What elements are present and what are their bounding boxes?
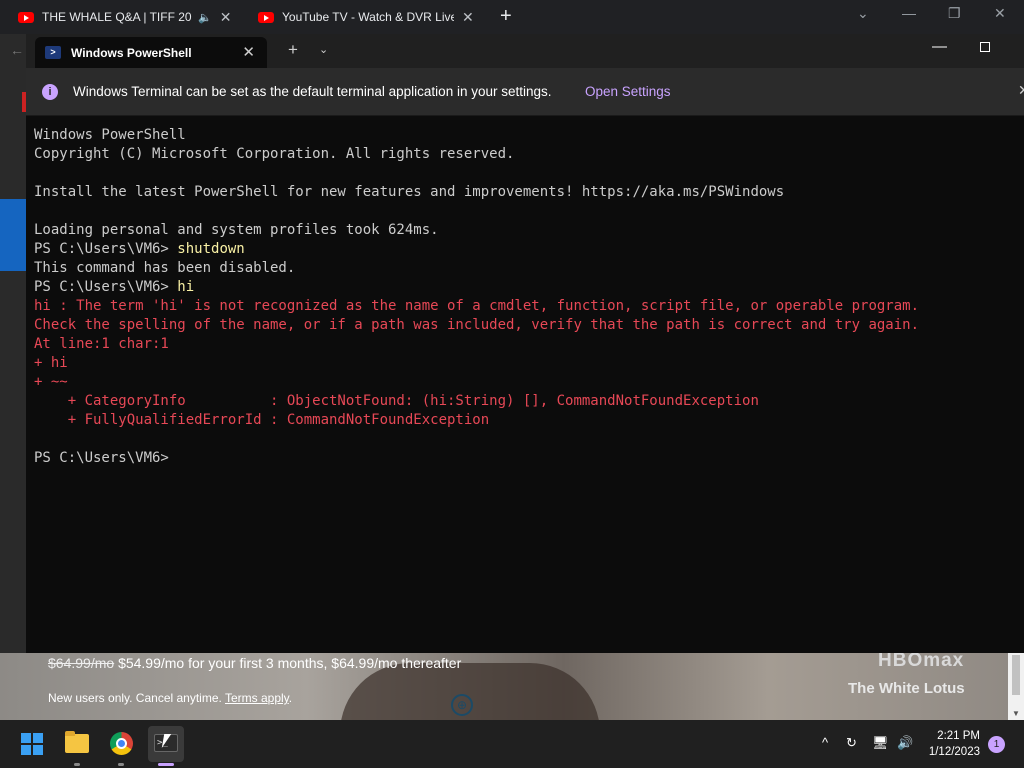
powershell-icon: > <box>45 46 61 59</box>
error-line: + hi <box>34 355 68 371</box>
prompt-line: PS C:\Users\VM6> <box>34 449 1019 468</box>
then-price: $64.99/mo thereafter <box>331 655 462 671</box>
speaker-icon[interactable]: 🔈 <box>198 11 212 24</box>
error-line: At line:1 char:1 <box>34 336 169 352</box>
browser-tab-title: THE WHALE Q&A | TIFF 2022 <box>42 10 192 24</box>
open-settings-link[interactable]: Open Settings <box>585 84 671 99</box>
chevron-down-icon[interactable]: ⌄ <box>319 43 328 56</box>
volume-icon[interactable]: 🔊 <box>897 735 913 751</box>
browser-content-edge: ← <box>0 34 26 654</box>
taskbar: >_ ^ ↻ 🖥 🔊 2:21 PM 1/12/2023 1 <box>0 720 1024 768</box>
youtube-icon <box>258 11 274 23</box>
console-output[interactable]: Windows PowerShell Copyright (C) Microsof… <box>34 126 1019 468</box>
close-tab-icon[interactable]: ✕ <box>462 9 474 26</box>
browser-close-button[interactable]: ✕ <box>994 5 1006 22</box>
output-line: Loading personal and system profiles too… <box>34 222 439 238</box>
terminal-tab-title: Windows PowerShell <box>71 45 192 60</box>
back-arrow-icon[interactable]: ← <box>10 42 24 58</box>
close-tab-icon[interactable]: ✕ <box>220 9 232 26</box>
scrollbar-thumb[interactable] <box>1012 655 1020 695</box>
browser-restore-button[interactable]: ❐ <box>948 5 961 22</box>
new-terminal-tab-button[interactable]: + <box>288 40 298 60</box>
output-line: Windows PowerShell <box>34 127 186 143</box>
chrome-icon[interactable] <box>110 732 133 755</box>
scroll-down-icon[interactable]: ▼ <box>1012 709 1020 718</box>
running-indicator <box>118 763 124 766</box>
page-accent-blue <box>0 199 26 271</box>
terminal-maximize-button[interactable] <box>980 42 990 52</box>
infobar-message: Windows Terminal can be set as the defau… <box>73 84 552 99</box>
tab-search-icon[interactable]: ⌄ <box>857 5 869 22</box>
terminal-tab-bar: > Windows PowerShell ✕ + ⌄ — <box>26 34 1024 68</box>
fine-print-text: New users only. Cancel anytime. <box>48 691 222 705</box>
promo-price-text: $64.99/mo $54.99/mo for your first 3 mon… <box>48 655 461 671</box>
prompt-line: PS C:\Users\VM6> shutdown <box>34 240 1019 259</box>
new-price: $54.99/mo for your first 3 months, <box>118 655 328 671</box>
terminal-minimize-button[interactable]: — <box>932 38 947 55</box>
youtube-icon <box>18 11 34 23</box>
error-line: + ~~ <box>34 374 68 390</box>
close-infobar-icon[interactable]: ✕ <box>1018 82 1024 99</box>
clock-time: 2:21 PM <box>937 730 980 742</box>
old-price: $64.99/mo <box>48 655 115 671</box>
prompt-text: PS C:\Users\VM6> <box>34 241 178 257</box>
video-watermark-icon: ⊕ <box>451 694 473 716</box>
output-line: This command has been disabled. <box>34 260 296 276</box>
prompt-text: PS C:\Users\VM6> <box>34 450 178 466</box>
browser-tab-bar: THE WHALE Q&A | TIFF 2022 🔈 ✕ YouTube TV… <box>0 0 1024 34</box>
error-line: + FullyQualifiedErrorId : CommandNotFoun… <box>34 412 490 428</box>
terminal-window[interactable]: > Windows PowerShell ✕ + ⌄ — i Windows T… <box>26 34 1024 653</box>
update-icon[interactable]: ↻ <box>846 735 857 751</box>
output-line: Install the latest PowerShell for new fe… <box>34 184 785 200</box>
file-explorer-icon[interactable] <box>65 731 89 753</box>
hbomax-logo: HBOmax <box>878 650 965 671</box>
browser-minimize-button[interactable]: — <box>902 5 916 21</box>
show-title: The White Lotus <box>848 680 965 697</box>
close-tab-icon[interactable]: ✕ <box>242 43 255 61</box>
browser-tab-youtube-tv[interactable]: YouTube TV - Watch & DVR Live ✕ <box>258 3 488 31</box>
terms-link[interactable]: Terms apply <box>225 691 289 705</box>
info-icon: i <box>42 84 58 100</box>
fine-print-end: . <box>288 691 293 705</box>
page-scrollbar[interactable]: ▼ <box>1008 653 1024 720</box>
clock-date: 1/12/2023 <box>928 746 980 758</box>
notification-badge[interactable]: 1 <box>988 736 1005 753</box>
network-icon[interactable]: 🖥 <box>872 735 889 751</box>
prompt-line: PS C:\Users\VM6> hi <box>34 278 1019 297</box>
browser-tab-title: YouTube TV - Watch & DVR Live <box>282 10 454 24</box>
error-line: + CategoryInfo : ObjectNotFound: (hi:Str… <box>34 393 759 409</box>
command-text: hi <box>177 279 195 295</box>
error-line: hi : The term 'hi' is not recognized as … <box>34 298 920 314</box>
promo-fine-print: New users only. Cancel anytime. Terms ap… <box>48 691 292 705</box>
start-icon[interactable] <box>21 733 43 755</box>
active-app-indicator <box>158 763 174 766</box>
error-line: Check the spelling of the name, or if a … <box>34 317 920 333</box>
output-line: Copyright (C) Microsoft Corporation. All… <box>34 146 515 162</box>
terminal-tab-powershell[interactable]: > Windows PowerShell ✕ <box>35 37 267 68</box>
new-tab-button[interactable]: + <box>500 5 512 28</box>
clock[interactable]: 2:21 PM 1/12/2023 <box>928 728 980 760</box>
default-terminal-infobar: i Windows Terminal can be set as the def… <box>26 68 1024 116</box>
running-indicator <box>74 763 80 766</box>
command-text: shutdown <box>177 241 245 257</box>
browser-tab-whale[interactable]: THE WHALE Q&A | TIFF 2022 🔈 ✕ <box>18 3 243 31</box>
show-hidden-icons-icon[interactable]: ^ <box>822 735 828 750</box>
prompt-text: PS C:\Users\VM6> <box>34 279 178 295</box>
